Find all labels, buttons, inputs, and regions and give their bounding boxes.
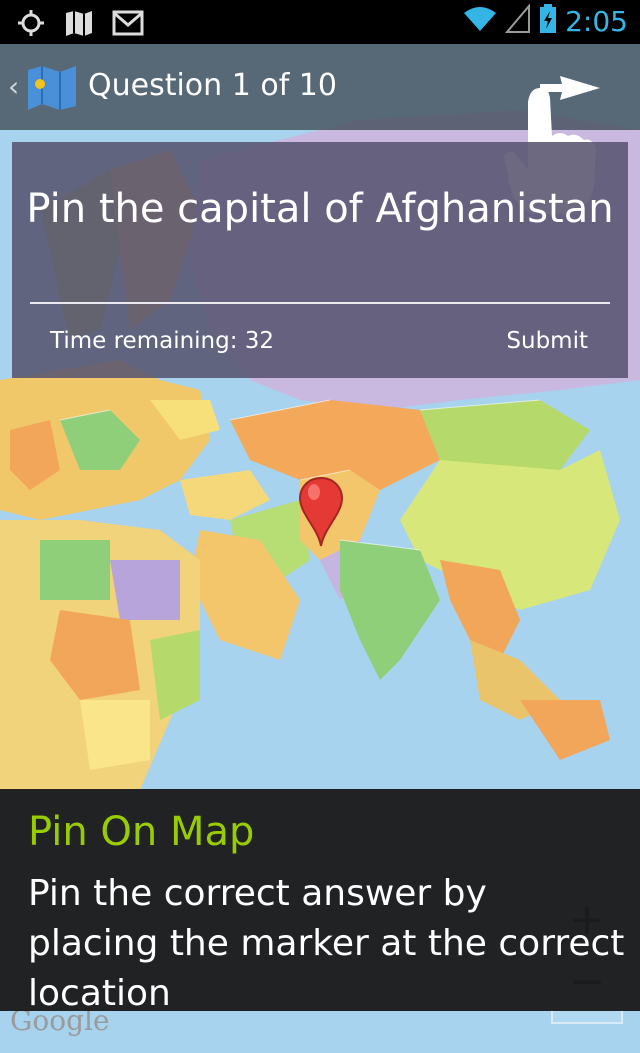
tutorial-description: Pin the correct answer by placing the ma…: [28, 873, 625, 1014]
map-icon[interactable]: [26, 64, 78, 116]
time-remaining: Time remaining: 32: [50, 328, 275, 354]
gmail-icon: [112, 10, 144, 40]
status-notification-icons: [16, 8, 144, 42]
wifi-icon: [463, 5, 497, 37]
tutorial-overlay[interactable]: Pin On Map Pin the correct answer by pla…: [0, 789, 640, 1014]
status-bar: 2:05: [0, 0, 640, 44]
page-title: Question 1 of 10: [88, 68, 337, 103]
map-pin-icon[interactable]: [298, 476, 344, 552]
tutorial-title: Pin On Map: [28, 809, 255, 855]
maps-icon: [64, 9, 94, 41]
question-prompt: Pin the capital of Afghanistan: [26, 186, 614, 232]
status-time: 2:05: [565, 4, 628, 38]
battery-charging-icon: [539, 4, 557, 38]
gps-icon: [16, 8, 46, 42]
chevron-left-icon[interactable]: ‹: [8, 70, 19, 103]
question-card: Pin the capital of Afghanistan Time rema…: [12, 142, 628, 378]
status-system-icons: 2:05: [463, 3, 628, 38]
signal-icon: [504, 3, 531, 38]
divider: [30, 302, 610, 304]
submit-button[interactable]: Submit: [506, 328, 588, 354]
